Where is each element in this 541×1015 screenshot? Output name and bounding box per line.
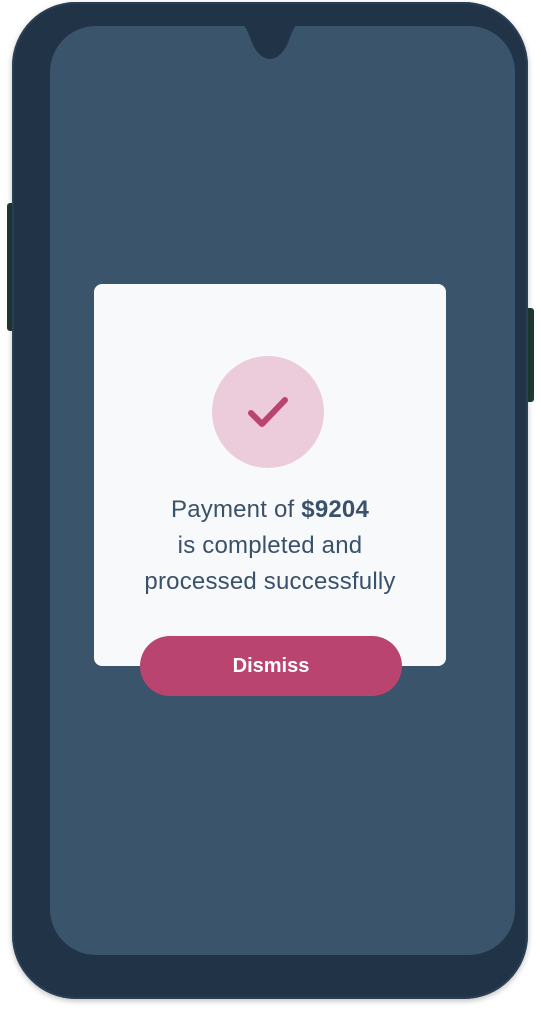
checkmark-icon	[248, 397, 288, 427]
payment-success-dialog	[94, 284, 446, 666]
message-prefix: Payment of	[170, 496, 295, 523]
message-line-2: is completed and	[177, 532, 363, 559]
success-message: Payment of $9204 is completed and proces…	[94, 492, 446, 600]
camera-notch	[235, 22, 305, 59]
message-line-1: Payment of $9204	[94, 492, 446, 528]
message-line-3: processed successfully	[144, 568, 396, 595]
dismiss-button[interactable]: Dismiss	[140, 636, 402, 696]
success-badge	[212, 356, 324, 468]
payment-amount: $9204	[301, 496, 370, 523]
